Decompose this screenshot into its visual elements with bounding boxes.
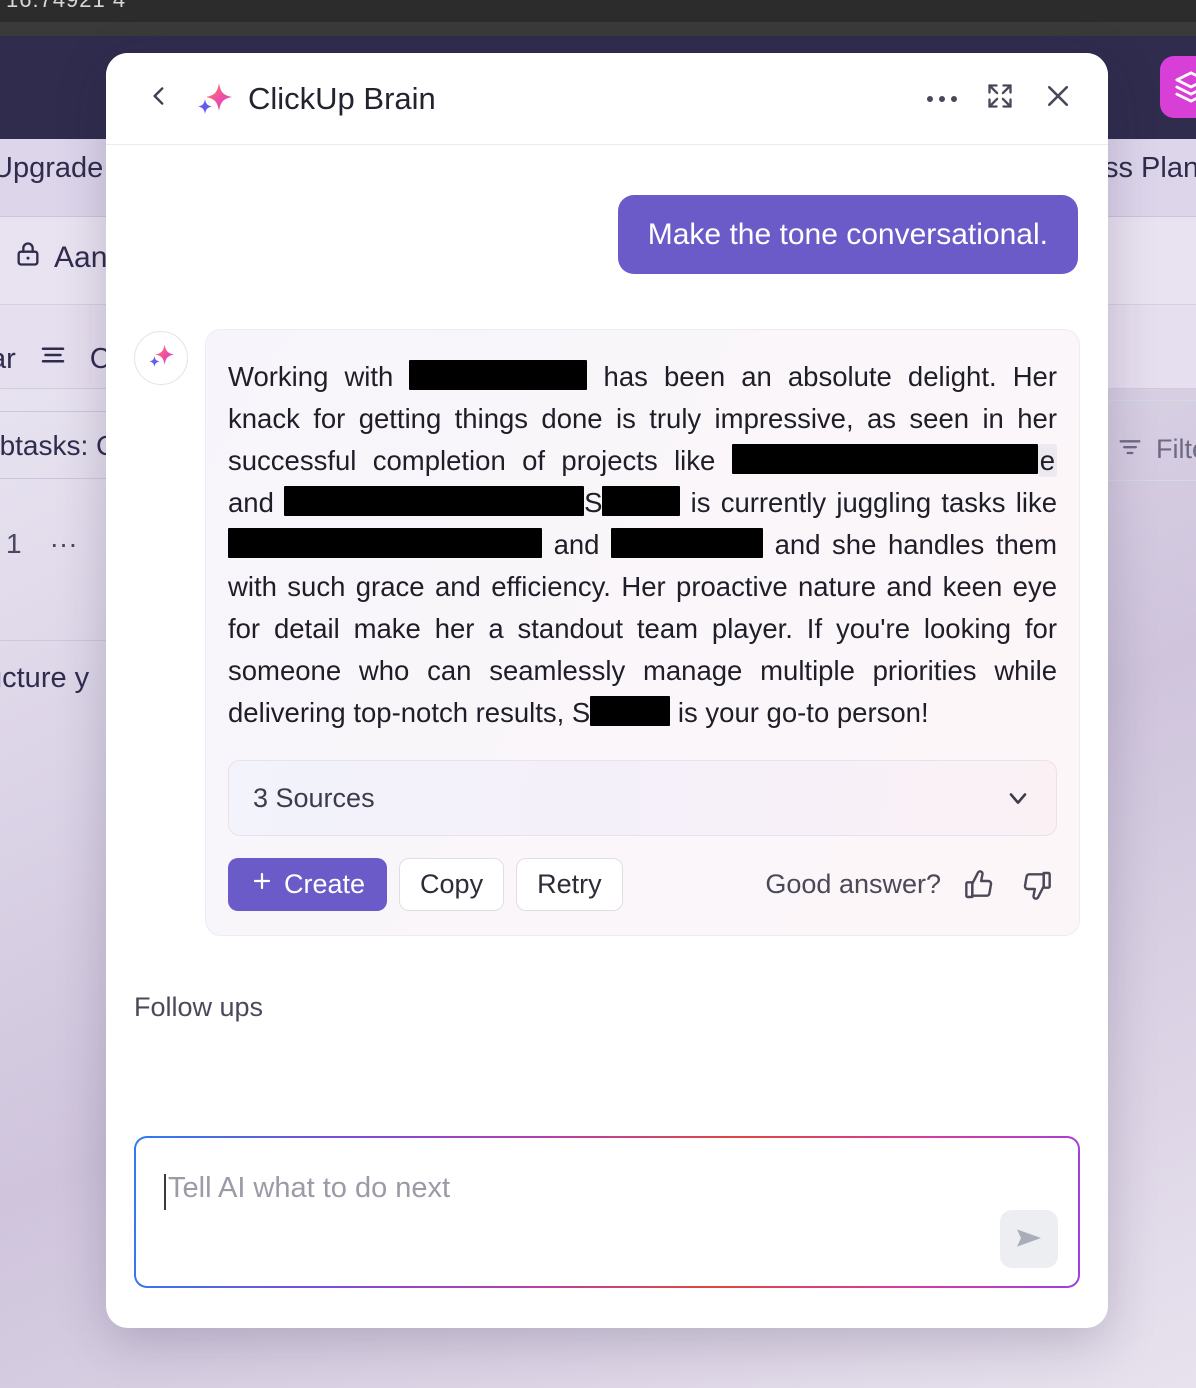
thumbs-down-icon[interactable] — [1017, 865, 1057, 905]
redaction-bar — [611, 528, 764, 558]
assistant-answer-text: Working with has been an absolute deligh… — [228, 360, 1058, 728]
modal-header: ClickUp Brain — [106, 53, 1108, 145]
thumbs-up-icon[interactable] — [959, 865, 999, 905]
create-button-label: Create — [284, 869, 366, 899]
divider — [1100, 400, 1196, 401]
chevron-down-icon — [1004, 784, 1032, 812]
avatar — [134, 331, 188, 385]
feedback-label: Good answer? — [765, 869, 941, 899]
list-icon — [38, 340, 68, 378]
plus-icon — [250, 869, 274, 900]
os-title-bar — [0, 0, 1196, 22]
assistant-answer-card: Working with has been an absolute deligh… — [205, 329, 1080, 936]
divider — [1100, 480, 1196, 481]
composer-gradient-border: Tell AI what to do next — [134, 1136, 1080, 1288]
text-caret — [164, 1174, 166, 1210]
redaction-bar — [590, 696, 671, 726]
send-icon — [1013, 1222, 1045, 1257]
filter-label: Filte — [1156, 434, 1196, 464]
task-row[interactable]: 1 ··· - — [6, 528, 115, 560]
feedback-group: Good answer? — [765, 865, 1057, 905]
back-button[interactable] — [144, 84, 174, 114]
expand-button[interactable] — [978, 77, 1022, 121]
layers-icon — [1174, 70, 1196, 104]
sources-label: 3 Sources — [253, 782, 375, 813]
chevron-left-icon — [146, 83, 172, 114]
plan-label: ss Plan — [1104, 152, 1196, 184]
sparkle-avatar-icon — [145, 340, 177, 377]
ellipsis-icon — [927, 95, 957, 102]
composer-area: Tell AI what to do next — [106, 1120, 1108, 1328]
redaction-bar — [602, 486, 681, 516]
user-message-row: Make the tone conversational. — [134, 145, 1080, 274]
structure-label: ucture y — [0, 662, 90, 694]
retry-button[interactable]: Retry — [516, 858, 623, 911]
conversation-area: Make the tone conversational. Working wi… — [106, 145, 1108, 1120]
sparkle-logo-icon — [192, 77, 236, 121]
answer-actions: Create Copy Retry Good answer? — [228, 858, 1057, 911]
follow-ups-label: Follow ups — [134, 992, 264, 1022]
copy-button[interactable]: Copy — [399, 858, 505, 911]
ar-label: ar — [0, 342, 16, 375]
close-button[interactable] — [1036, 77, 1080, 121]
sources-toggle[interactable]: 3 Sources — [228, 760, 1057, 836]
task-row-more-icon[interactable]: ··· — [50, 528, 78, 560]
user-message-bubble: Make the tone conversational. — [617, 195, 1078, 274]
expand-icon — [986, 82, 1014, 115]
page-title: ClickUp Brain — [248, 80, 436, 116]
send-button[interactable] — [1000, 1210, 1058, 1268]
redaction-bar — [228, 528, 542, 558]
composer-input[interactable]: Tell AI what to do next — [136, 1138, 1078, 1286]
os-toolbar-strip — [0, 22, 1196, 36]
subtasks-label: ubtasks: C — [0, 430, 116, 461]
filter-icon — [1116, 432, 1144, 467]
task-row-count: 1 — [6, 528, 22, 559]
aan-label: Aan — [54, 241, 108, 274]
redaction-bar — [409, 360, 588, 390]
highlighted-text: e — [1037, 444, 1057, 477]
ar-item[interactable]: ar C — [0, 340, 111, 378]
redaction-bar — [284, 486, 585, 516]
aan-item[interactable]: Aan — [14, 240, 107, 276]
more-options-button[interactable] — [920, 77, 964, 121]
close-icon — [1043, 81, 1073, 116]
layers-button[interactable] — [1160, 56, 1196, 118]
filter-button[interactable]: Filte — [1116, 432, 1196, 467]
os-title-bar-text: 16:74921 4 — [6, 0, 126, 13]
upgrade-label[interactable]: Upgrade — [0, 152, 103, 185]
redaction-bar — [731, 444, 1038, 474]
create-button[interactable]: Create — [228, 858, 388, 911]
assistant-message-row: Working with has been an absolute deligh… — [134, 329, 1080, 936]
composer-placeholder: Tell AI what to do next — [168, 1172, 451, 1204]
lock-icon — [14, 240, 42, 276]
clickup-brain-modal: ClickUp Brain Make the tone conversation… — [106, 53, 1108, 1328]
